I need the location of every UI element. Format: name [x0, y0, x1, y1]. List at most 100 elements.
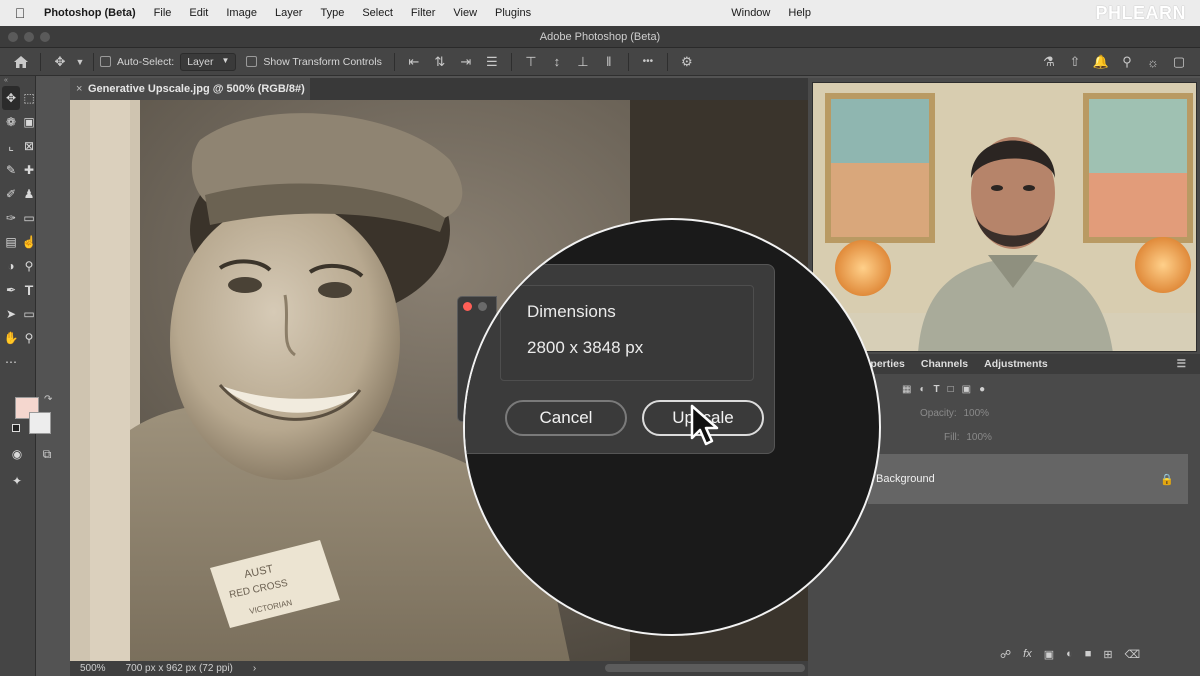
group-folder-icon[interactable]: ■	[1085, 648, 1092, 661]
document-tab[interactable]: × Generative Upscale.jpg @ 500% (RGB/8#)…	[70, 78, 310, 117]
crop-tool-icon[interactable]: ⌞	[2, 134, 20, 158]
menu-layer[interactable]: Layer	[266, 0, 312, 26]
fx-icon[interactable]: fx	[1023, 648, 1032, 661]
lock-icon[interactable]: 🔒	[1160, 473, 1174, 486]
move-tool-icon[interactable]: ✥	[47, 49, 73, 75]
eraser-icon[interactable]: ▭	[20, 206, 38, 230]
trash-icon[interactable]: ⌫	[1125, 648, 1141, 661]
tab-adjustments[interactable]: Adjustments	[976, 358, 1056, 370]
apple-icon[interactable]: 	[0, 5, 40, 21]
healing-brush-icon[interactable]: ✚	[20, 158, 38, 182]
smart-object-filter-icon[interactable]: ▣	[962, 384, 971, 395]
new-layer-icon[interactable]: ⊞	[1103, 648, 1112, 661]
more-tools-icon[interactable]: ⋯	[2, 350, 20, 374]
opacity-label: Opacity:	[920, 408, 957, 419]
chevron-down-icon[interactable]: ▼	[73, 49, 87, 75]
zoom-tool-icon[interactable]: ⚲	[20, 326, 38, 350]
menu-filter[interactable]: Filter	[402, 0, 444, 26]
pen-tool-icon[interactable]: ✒	[2, 278, 20, 302]
background-color-swatch[interactable]	[29, 412, 51, 434]
quick-mask-icon[interactable]: ◉	[6, 443, 28, 465]
object-select-icon[interactable]: ▣	[20, 110, 38, 134]
type-filter-icon[interactable]: T	[934, 384, 940, 395]
minimize-window-icon[interactable]	[24, 32, 34, 42]
swap-colors-icon[interactable]: ↷	[44, 394, 52, 405]
gradient-tool-icon[interactable]: ▤	[2, 230, 20, 254]
fill-value[interactable]: 100%	[966, 432, 992, 443]
cancel-button[interactable]: Cancel	[505, 400, 627, 436]
shape-filter-icon[interactable]: □	[948, 384, 954, 395]
menu-image[interactable]: Image	[217, 0, 266, 26]
menu-select[interactable]: Select	[353, 0, 402, 26]
lightbulb-icon[interactable]: ☼	[1140, 49, 1166, 75]
tab-channels[interactable]: Channels	[913, 358, 976, 370]
panel-menu-icon[interactable]: ☰	[1169, 358, 1194, 370]
adjustment-layer-icon[interactable]: ◐	[1066, 648, 1073, 661]
filter-toggle-icon[interactable]: ●	[979, 384, 985, 395]
image-filter-icon[interactable]: ▦	[902, 384, 911, 395]
gear-icon[interactable]: ⚙	[674, 49, 700, 75]
chevron-right-icon[interactable]: ›	[243, 663, 266, 674]
align-bottom-icon[interactable]: ⊥	[570, 49, 596, 75]
eyedropper-icon[interactable]: ✎	[2, 158, 20, 182]
zoom-window-icon[interactable]	[40, 32, 50, 42]
close-window-icon[interactable]	[8, 32, 18, 42]
zoom-level[interactable]: 500%	[70, 663, 116, 674]
horizontal-scrollbar[interactable]	[605, 664, 805, 672]
share-icon[interactable]: ⇧	[1062, 49, 1088, 75]
align-center-icon[interactable]: ⇅	[427, 49, 453, 75]
add-mask-icon[interactable]: ▣	[1044, 648, 1054, 661]
distribute-vertical-icon[interactable]: ‖	[596, 49, 622, 75]
menu-help[interactable]: Help	[779, 0, 820, 26]
path-select-icon[interactable]: ➤	[2, 302, 20, 326]
more-options-icon[interactable]: •••	[635, 49, 661, 75]
brush-tool-icon[interactable]: ✐	[2, 182, 20, 206]
opacity-value[interactable]: 100%	[963, 408, 989, 419]
collapse-toolbar-icon[interactable]: «	[0, 76, 35, 86]
distribute-icon[interactable]: ☰	[479, 49, 505, 75]
align-middle-icon[interactable]: ↕	[544, 49, 570, 75]
smudge-tool-icon[interactable]: ☝	[20, 230, 38, 254]
adjustment-filter-icon[interactable]: ◐	[919, 384, 925, 395]
link-layers-icon[interactable]: ☍	[1000, 648, 1011, 661]
default-colors-icon[interactable]	[12, 424, 20, 432]
layer-row-background[interactable]: Background 🔒	[868, 454, 1188, 504]
move-tool-icon[interactable]: ✥	[2, 86, 20, 110]
menu-view[interactable]: View	[444, 0, 486, 26]
divider	[40, 52, 41, 71]
align-top-icon[interactable]: ⊤	[518, 49, 544, 75]
bell-icon[interactable]: 🔔	[1088, 49, 1114, 75]
history-brush-icon[interactable]: ✑	[2, 206, 20, 230]
lasso-tool-icon[interactable]: ❁	[2, 110, 20, 134]
opacity-control[interactable]: Opacity: 100%	[920, 408, 989, 419]
hand-tool-icon[interactable]: ✋	[2, 326, 20, 350]
flask-icon[interactable]: ⚗	[1036, 49, 1062, 75]
menu-app-name[interactable]: Photoshop (Beta)	[40, 0, 145, 26]
mouse-cursor-icon	[690, 404, 720, 453]
fill-control[interactable]: Fill: 100%	[944, 432, 992, 443]
shape-tool-icon[interactable]: ▭	[20, 302, 38, 326]
stamp-tool-icon[interactable]: ♟	[20, 182, 38, 206]
close-tab-icon[interactable]: ×	[76, 78, 82, 100]
auto-select-checkbox[interactable]	[100, 56, 111, 67]
menu-window[interactable]: Window	[722, 0, 779, 26]
type-tool-icon[interactable]: T	[20, 278, 38, 302]
align-right-icon[interactable]: ⇥	[453, 49, 479, 75]
frame-tool-icon[interactable]: ⊠	[20, 134, 38, 158]
marquee-tool-icon[interactable]: ⬚	[20, 86, 38, 110]
transform-controls-checkbox[interactable]	[246, 56, 258, 67]
menu-edit[interactable]: Edit	[180, 0, 217, 26]
dodge-tool-icon[interactable]: ◑	[2, 254, 20, 278]
menu-type[interactable]: Type	[311, 0, 353, 26]
presenter-webcam	[812, 82, 1197, 352]
menu-file[interactable]: File	[145, 0, 181, 26]
burn-tool-icon[interactable]: ⚲	[20, 254, 38, 278]
screen-mode-icon[interactable]: ⧉	[36, 443, 58, 465]
home-icon[interactable]	[8, 49, 34, 75]
menu-plugins[interactable]: Plugins	[486, 0, 540, 26]
workspace-icon[interactable]: ▢	[1166, 49, 1192, 75]
auto-select-dropdown[interactable]: Layer ▼	[180, 52, 237, 71]
generative-icon[interactable]: ✦	[6, 470, 28, 492]
align-left-icon[interactable]: ⇤	[401, 49, 427, 75]
search-icon[interactable]: ⚲	[1114, 49, 1140, 75]
